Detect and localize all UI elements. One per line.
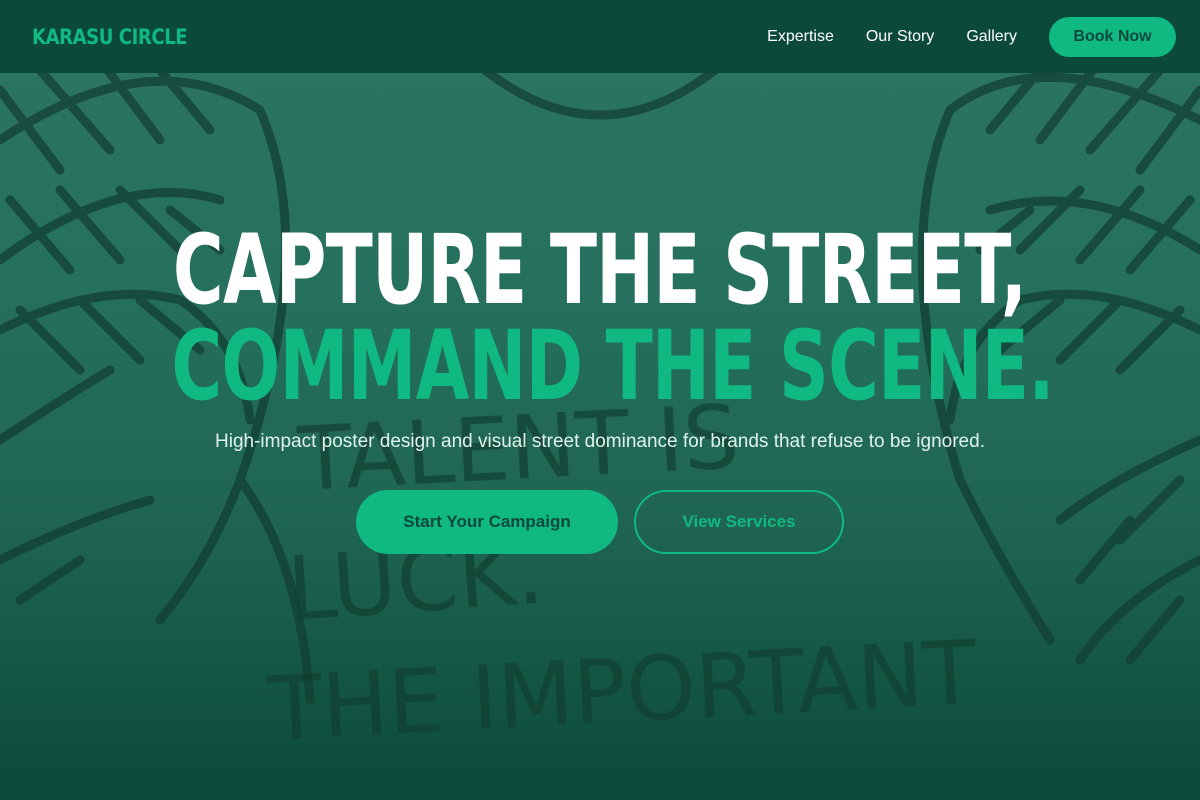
nav-link-our-story[interactable]: Our Story <box>866 28 934 46</box>
top-navbar: KARASU CIRCLE Expertise Our Story Galler… <box>0 0 1200 73</box>
nav-link-expertise[interactable]: Expertise <box>767 28 834 46</box>
nav-links: Expertise Our Story Gallery Book Now <box>767 16 1176 57</box>
cta-row: Start Your Campaign View Services <box>0 490 1200 554</box>
hero-headline-line1: CAPTURE THE STREET, <box>173 214 1027 326</box>
view-services-button[interactable]: View Services <box>634 490 844 554</box>
hero-headline-line2: COMMAND THE SCENE. <box>171 310 1055 422</box>
hero-section: CAPTURE THE STREET, COMMAND THE SCENE. H… <box>0 222 1200 554</box>
start-campaign-button[interactable]: Start Your Campaign <box>356 490 618 554</box>
nav-link-gallery[interactable]: Gallery <box>966 28 1017 46</box>
bg-graffiti-text-3: THE IMPORTANT <box>265 621 981 761</box>
brand-logo[interactable]: KARASU CIRCLE <box>32 25 188 49</box>
hero-subtitle: High-impact poster design and visual str… <box>215 431 985 452</box>
book-now-button[interactable]: Book Now <box>1049 16 1176 57</box>
